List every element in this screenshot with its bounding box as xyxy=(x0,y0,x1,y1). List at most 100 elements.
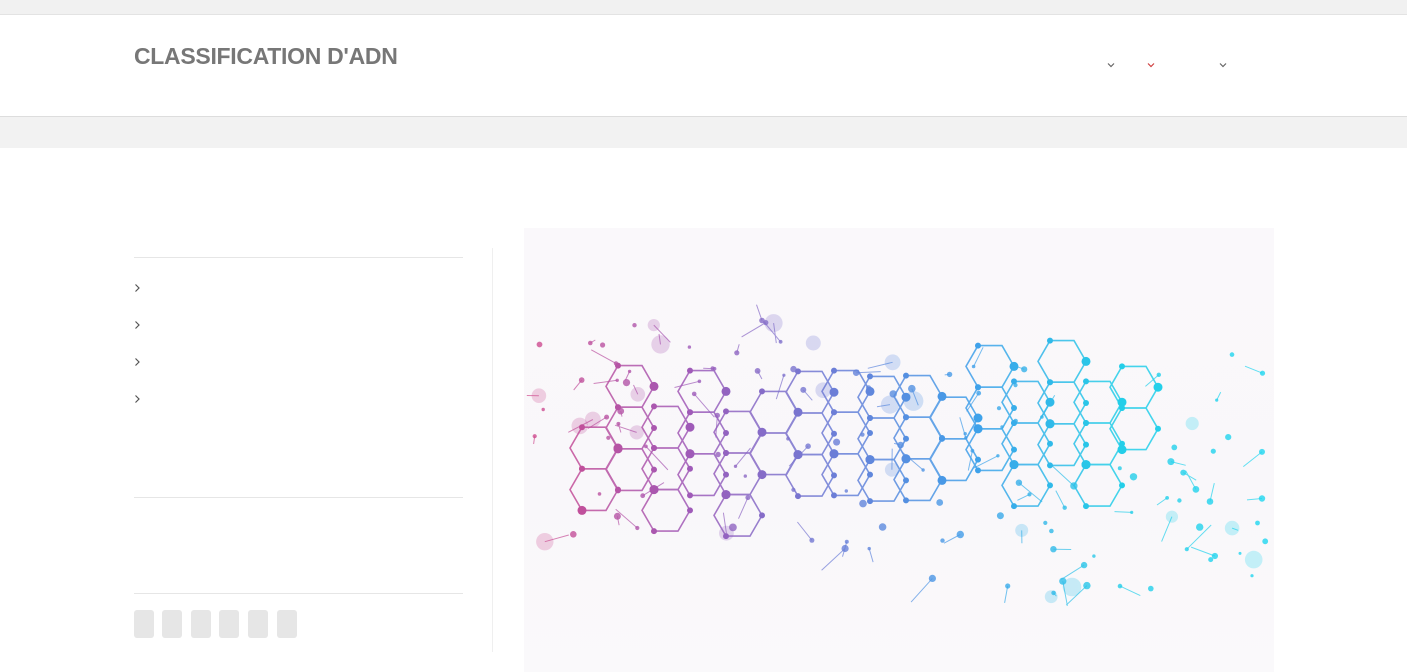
sidebar-divider xyxy=(134,497,463,498)
molecule-node xyxy=(1050,546,1057,553)
molecule-node xyxy=(975,456,981,463)
molecule-node xyxy=(687,492,693,499)
site-header: CLASSIFICATION D'ADN xyxy=(0,15,1407,117)
molecule-node xyxy=(1044,590,1058,604)
molecule-node xyxy=(1040,415,1044,419)
molecule-node xyxy=(1047,462,1053,469)
molecule-node xyxy=(687,409,693,416)
molecule-node xyxy=(956,530,964,539)
molecule-node xyxy=(1011,446,1017,453)
molecule-node xyxy=(809,537,815,543)
site-title[interactable]: CLASSIFICATION D'ADN xyxy=(134,45,398,68)
hero-image xyxy=(524,228,1274,672)
molecule-node xyxy=(1047,379,1053,386)
molecule-node xyxy=(937,475,947,485)
molecule-node xyxy=(970,448,975,453)
molecule-node xyxy=(975,384,981,391)
molecule-node xyxy=(884,462,899,477)
molecule-node xyxy=(651,445,657,451)
molecule-node xyxy=(1081,356,1091,366)
molecule-node xyxy=(973,424,983,434)
molecule-node xyxy=(1083,441,1089,448)
molecule-node xyxy=(1165,496,1169,500)
molecule-node xyxy=(939,435,945,442)
molecule-bond xyxy=(738,497,749,519)
molecule-node xyxy=(697,379,702,384)
molecule-node xyxy=(859,499,867,508)
molecule-node xyxy=(1192,486,1200,493)
molecule-node xyxy=(745,495,751,501)
molecule-node xyxy=(712,366,717,371)
molecule-node xyxy=(1083,378,1089,385)
molecule-node xyxy=(1262,538,1269,545)
molecule-node xyxy=(831,472,837,479)
molecule-bond xyxy=(590,349,617,364)
hexagon-ring xyxy=(1037,423,1087,467)
molecule-node xyxy=(644,444,648,449)
molecule-node xyxy=(1184,547,1189,552)
molecule-node xyxy=(1083,400,1089,406)
molecule-node xyxy=(795,410,801,416)
share-button[interactable] xyxy=(162,610,182,638)
molecule-node xyxy=(629,425,644,440)
share-button[interactable] xyxy=(191,610,211,638)
molecule-node xyxy=(1083,420,1089,426)
molecule-node xyxy=(928,574,936,582)
nav-menu-3-chevron-down-icon[interactable] xyxy=(1219,61,1227,69)
molecule-bond xyxy=(1119,585,1141,597)
molecule-node xyxy=(617,407,625,415)
molecule-node xyxy=(1013,418,1018,424)
molecule-node xyxy=(1119,405,1125,411)
molecule-node xyxy=(733,464,738,468)
chevron-right-icon xyxy=(134,393,434,405)
molecule-node xyxy=(1215,398,1219,402)
molecule-node xyxy=(687,507,693,514)
molecule-node xyxy=(800,386,807,393)
molecule-node xyxy=(597,492,602,496)
molecule-node xyxy=(651,403,657,410)
hexagon-ring xyxy=(1037,381,1087,425)
molecule-node xyxy=(936,499,944,506)
molecule-bond xyxy=(593,379,618,384)
molecule-node xyxy=(1206,498,1214,505)
sidebar-list-item[interactable] xyxy=(134,319,434,335)
molecule-node xyxy=(577,505,587,515)
nav-menu-2-chevron-down-icon[interactable] xyxy=(1147,61,1155,69)
molecule-node xyxy=(1015,479,1023,486)
molecule-node xyxy=(622,379,631,387)
molecule-bond xyxy=(693,393,715,418)
share-button[interactable] xyxy=(219,610,239,638)
molecule-bond xyxy=(735,447,751,467)
molecule-node xyxy=(844,539,849,544)
share-button[interactable] xyxy=(248,610,268,638)
molecule-node xyxy=(721,386,731,396)
molecule-node xyxy=(651,425,657,431)
molecule-node xyxy=(1210,448,1216,454)
share-button[interactable] xyxy=(134,610,154,638)
sidebar-list-item[interactable] xyxy=(134,356,434,372)
nav-menu-1-chevron-down-icon[interactable] xyxy=(1107,61,1115,69)
molecule-node xyxy=(1000,425,1004,429)
molecule-node xyxy=(867,471,873,478)
molecule-node xyxy=(1117,445,1127,455)
molecule-node xyxy=(588,340,593,346)
molecule-node xyxy=(791,487,796,492)
molecule-node xyxy=(971,364,976,369)
molecule-node xyxy=(1259,370,1266,376)
molecule-bond xyxy=(741,322,767,338)
molecule-node xyxy=(1045,419,1055,429)
molecule-bond xyxy=(1190,546,1216,557)
sidebar-list-item[interactable] xyxy=(134,282,434,298)
molecule-node xyxy=(1021,366,1028,373)
molecule-node xyxy=(866,385,872,391)
molecule-node xyxy=(1049,528,1054,534)
molecule-node xyxy=(903,372,909,379)
sidebar-list-item[interactable] xyxy=(134,393,434,409)
molecule-node xyxy=(734,350,740,356)
molecule-node xyxy=(723,408,729,415)
share-button[interactable] xyxy=(277,610,297,638)
molecule-node xyxy=(901,454,911,464)
molecule-node xyxy=(759,430,765,436)
molecule-node xyxy=(729,523,737,532)
molecule-node xyxy=(946,371,953,378)
